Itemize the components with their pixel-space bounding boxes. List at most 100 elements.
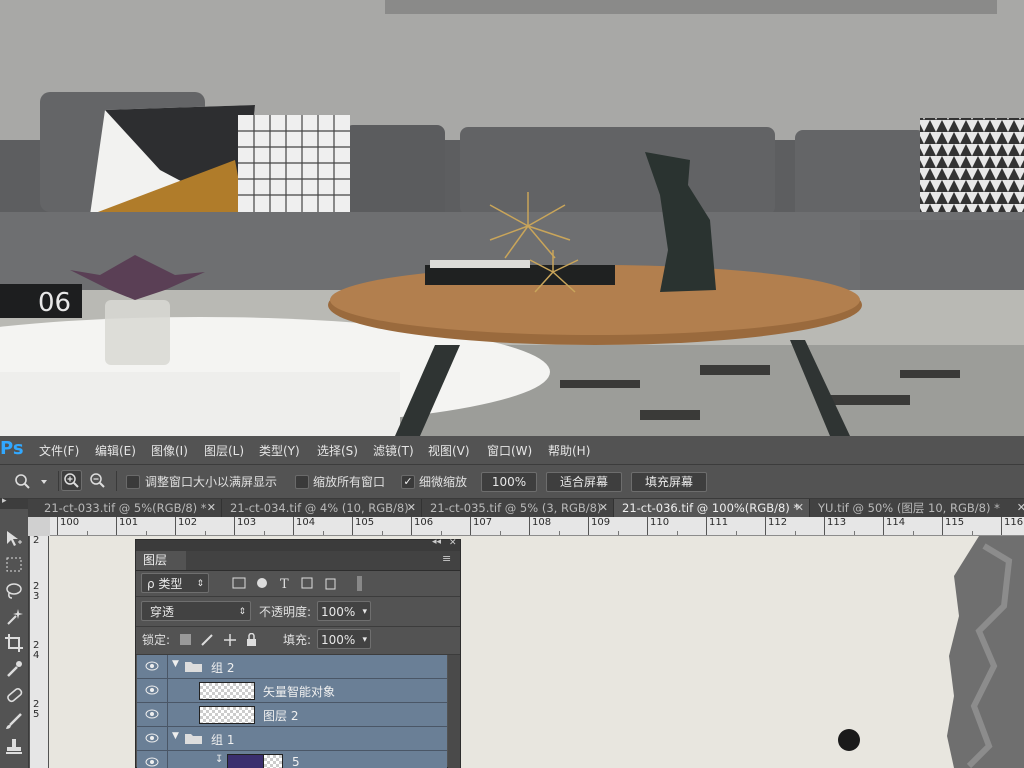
layer-name: 矢量智能对象 <box>263 685 336 699</box>
ruler-label: 113 <box>827 517 847 528</box>
ruler-label: 100 <box>60 517 80 528</box>
tab-layers[interactable]: 图层 <box>136 551 186 570</box>
menu-type[interactable]: 类型(Y) <box>259 442 300 459</box>
panel-header[interactable]: ◂◂ ✕ <box>136 537 460 551</box>
zoom-tool-icon[interactable] <box>14 473 48 489</box>
lock-position-icon <box>224 634 236 646</box>
zoom-all-label: 缩放所有窗口 <box>313 475 386 489</box>
visibility-eye-icon[interactable] <box>145 732 159 744</box>
shape-filter-icon <box>301 577 313 589</box>
tab-21-ct-034[interactable]: 21-ct-034.tif @ 4% (10, RGB/8) ✕ <box>222 499 422 517</box>
close-icon[interactable]: ✕ <box>599 499 608 517</box>
black-dot <box>838 729 860 751</box>
scrubby-zoom-checkbox[interactable]: ✓ <box>401 475 415 489</box>
layer-row-5[interactable]: ↧ 5 <box>137 751 447 768</box>
menu-file[interactable]: 文件(F) <box>39 442 79 459</box>
ruler-label: 2 5 <box>33 699 40 720</box>
resize-windows-checkbox[interactable] <box>126 475 140 489</box>
collapse-icon[interactable]: ◂◂ <box>432 537 441 547</box>
menu-window[interactable]: 窗口(W) <box>487 442 532 459</box>
visibility-eye-icon[interactable] <box>145 756 159 768</box>
visibility-eye-icon[interactable] <box>145 708 159 720</box>
menu-layer[interactable]: 图层(L) <box>204 442 244 459</box>
tab-label: 21-ct-033.tif @ 5%(RGB/8) * <box>44 501 207 515</box>
close-icon[interactable]: ✕ <box>207 499 216 517</box>
layers-scrollbar[interactable] <box>448 655 460 768</box>
layer-row-vector-smart-object[interactable]: 矢量智能对象 <box>137 679 447 703</box>
close-icon[interactable]: ✕ <box>407 499 416 517</box>
layer-thumbnail <box>199 682 255 700</box>
ruler-label: 112 <box>768 517 788 528</box>
ps-logo[interactable]: Ps <box>0 438 24 459</box>
brush-tool-icon[interactable] <box>4 711 24 731</box>
zoom-in-icon[interactable] <box>61 470 82 491</box>
tab-21-ct-035[interactable]: 21-ct-035.tif @ 5% (3, RGB/8) ✕ <box>422 499 614 517</box>
move-tool-icon[interactable] <box>4 529 24 549</box>
marquee-tool-icon[interactable] <box>4 555 24 575</box>
ruler-label: 2 3 <box>33 581 40 602</box>
ruler-label: 105 <box>355 517 375 528</box>
eyedropper-tool-icon[interactable] <box>4 659 24 679</box>
fit-screen-button[interactable]: 适合屏幕 <box>546 472 622 492</box>
ruler-label: 115 <box>945 517 965 528</box>
tab-label: YU.tif @ 50% (图层 10, RGB/8) * <box>818 501 1000 515</box>
ruler-label: 104 <box>296 517 316 528</box>
zoom-all-checkbox[interactable] <box>295 475 309 489</box>
zoom-100-button[interactable]: 100% <box>481 472 537 492</box>
lock-icons[interactable] <box>180 633 260 647</box>
menu-filter[interactable]: 滤镜(T) <box>373 442 414 459</box>
magic-wand-tool-icon[interactable] <box>4 607 24 627</box>
lock-all-icon <box>247 639 256 646</box>
lasso-tool-icon[interactable] <box>4 581 24 601</box>
type-filter-icon: T <box>280 577 289 592</box>
filter-toggle-icon <box>357 576 362 591</box>
menu-help[interactable]: 帮助(H) <box>548 442 590 459</box>
healing-brush-tool-icon[interactable] <box>4 685 24 705</box>
tab-label: 21-ct-036.tif @ 100%(RGB/8) * <box>622 501 800 515</box>
layer-name: 组 2 <box>211 661 235 675</box>
ruler-label: 107 <box>473 517 493 528</box>
close-icon[interactable]: ✕ <box>449 538 457 548</box>
tab-yu[interactable]: YU.tif @ 50% (图层 10, RGB/8) * ✕ <box>810 499 1024 517</box>
opacity-input[interactable]: 100% ▾ <box>317 601 371 621</box>
layer-row-group-2[interactable]: ▼ 组 2 <box>137 655 447 679</box>
clone-stamp-tool-icon[interactable] <box>4 737 24 757</box>
menu-view[interactable]: 视图(V) <box>428 442 470 459</box>
visibility-eye-icon[interactable] <box>145 684 159 696</box>
menu-select[interactable]: 选择(S) <box>317 442 358 459</box>
layer-row-group-1[interactable]: ▼ 组 1 <box>137 727 447 751</box>
panel-menu-icon[interactable]: ≡ <box>442 552 451 565</box>
layer-name: 5 <box>292 755 300 768</box>
ruler-label: 101 <box>119 517 139 528</box>
fill-screen-button[interactable]: 填充屏幕 <box>631 472 707 492</box>
blend-mode-select[interactable]: 穿透 ⇕ <box>141 601 251 621</box>
visibility-eye-icon[interactable] <box>145 660 159 672</box>
expand-arrow-icon[interactable]: ▼ <box>172 731 179 741</box>
toolbar-header[interactable]: ▸ <box>0 496 28 509</box>
tab-21-ct-036[interactable]: 21-ct-036.tif @ 100%(RGB/8) * ✕ <box>614 499 810 517</box>
tab-21-ct-033[interactable]: 21-ct-033.tif @ 5%(RGB/8) * ✕ <box>36 499 222 517</box>
options-bar: 调整窗口大小以满屏显示 缩放所有窗口 ✓ 细微缩放 100% 适合屏幕 填充屏幕 <box>0 465 1024 499</box>
fill-label: 填充: <box>283 633 312 647</box>
pixel-filter-icon <box>232 577 246 589</box>
close-icon[interactable]: ✕ <box>1017 499 1024 517</box>
living-room-photo: 06 <box>0 0 1024 436</box>
expand-arrow-icon[interactable]: ▼ <box>172 659 179 669</box>
ruler-label: 110 <box>650 517 670 528</box>
opacity-value: 100% <box>321 605 356 619</box>
ruler-origin[interactable] <box>28 517 50 536</box>
crop-tool-icon[interactable] <box>4 633 24 653</box>
fill-input[interactable]: 100% ▾ <box>317 629 371 649</box>
zoom-out-icon[interactable] <box>87 470 108 491</box>
layer-thumbnail <box>199 706 255 724</box>
lock-pixels-icon <box>201 634 213 646</box>
opacity-label: 不透明度: <box>259 605 312 619</box>
menu-image[interactable]: 图像(I) <box>151 442 188 459</box>
menu-edit[interactable]: 编辑(E) <box>95 442 136 459</box>
kind-filter-select[interactable]: ρ 类型 ⇕ <box>141 573 209 593</box>
horizontal-ruler: 100 101 102 103 104 105 106 107 108 109 … <box>50 517 1024 536</box>
close-icon[interactable]: ✕ <box>795 499 804 517</box>
smart-object-filter-icon <box>325 578 336 590</box>
layer-row-layer-2[interactable]: 图层 2 <box>137 703 447 727</box>
lock-transparent-icon <box>180 634 191 645</box>
